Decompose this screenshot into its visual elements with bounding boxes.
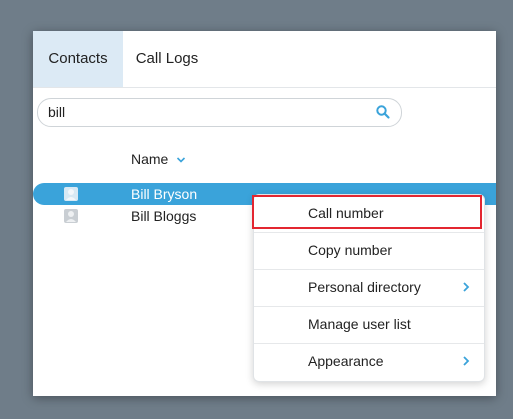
tab-call-logs[interactable]: Call Logs	[123, 31, 211, 87]
menu-item-appearance[interactable]: Appearance	[254, 343, 484, 380]
tab-contacts[interactable]: Contacts	[33, 31, 123, 87]
menu-item-call-number[interactable]: Call number	[254, 195, 484, 233]
menu-item-manage-user-list[interactable]: Manage user list	[254, 306, 484, 344]
search-box	[37, 98, 402, 127]
contact-name: Bill Bryson	[131, 186, 198, 202]
menu-item-label: Appearance	[308, 353, 384, 369]
name-column-header[interactable]: Name	[131, 151, 186, 167]
name-header-label: Name	[131, 151, 169, 167]
chevron-right-icon	[463, 282, 470, 292]
chevron-right-icon	[463, 356, 470, 366]
tab-bar: Contacts Call Logs	[33, 31, 496, 88]
menu-item-label: Copy number	[308, 242, 393, 258]
menu-item-personal-directory[interactable]: Personal directory	[254, 269, 484, 307]
context-menu: Call number Copy number Personal directo…	[253, 194, 485, 382]
chevron-down-icon	[177, 157, 186, 163]
search-icon[interactable]	[375, 104, 391, 120]
contact-name: Bill Bloggs	[131, 208, 197, 224]
avatar	[64, 187, 78, 201]
menu-item-copy-number[interactable]: Copy number	[254, 232, 484, 270]
menu-item-label: Manage user list	[308, 316, 411, 332]
contacts-window: Contacts Call Logs Name Bill Bryson	[33, 31, 496, 396]
avatar	[64, 209, 78, 223]
search-input[interactable]	[48, 102, 368, 122]
menu-item-label: Personal directory	[308, 279, 421, 295]
menu-item-label: Call number	[308, 205, 384, 221]
